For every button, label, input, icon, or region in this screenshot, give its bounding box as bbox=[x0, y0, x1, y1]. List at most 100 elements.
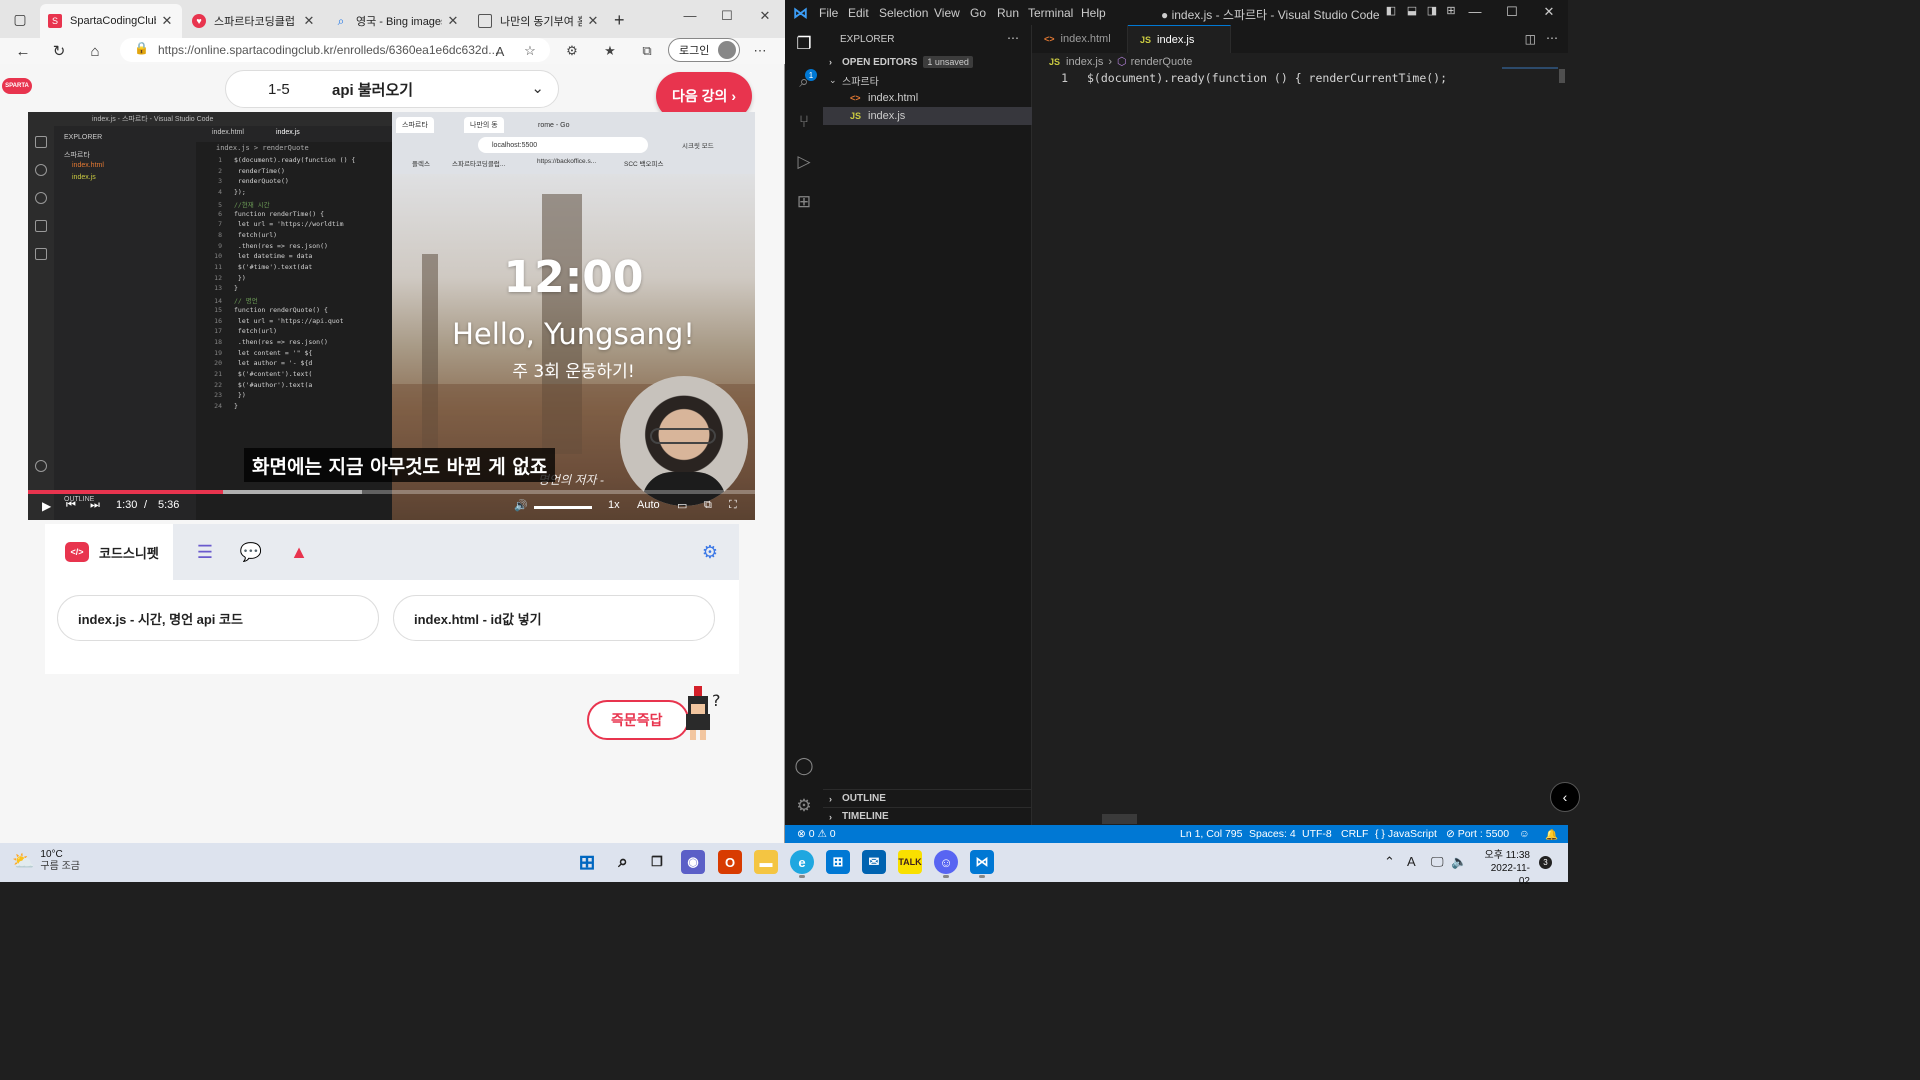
minimize-icon[interactable]: — bbox=[1465, 4, 1485, 19]
language-mode[interactable]: { } JavaScript bbox=[1375, 828, 1437, 840]
quality-setting[interactable]: Auto bbox=[637, 499, 660, 511]
close-tab-icon[interactable]: ✕ bbox=[160, 13, 174, 29]
browser-tab-spartacodingclub[interactable]: S SpartaCodingClub ✕ bbox=[40, 4, 182, 38]
microsoft-store-icon[interactable]: ⊞ bbox=[826, 850, 850, 874]
maximize-icon[interactable]: ☐ bbox=[717, 8, 737, 24]
menu-selection[interactable]: Selection bbox=[879, 6, 928, 20]
chevron-left-icon[interactable]: ‹ bbox=[1550, 782, 1580, 812]
ask-question-button[interactable]: 즉문즉답 bbox=[587, 700, 689, 740]
address-bar[interactable]: 🔒 https://online.spartacodingclub.kr/enr… bbox=[120, 38, 550, 62]
snippet-card-html[interactable]: index.html - id값 넣기 bbox=[393, 595, 715, 641]
encoding[interactable]: UTF-8 bbox=[1302, 828, 1332, 840]
problems-indicator[interactable]: ⊗ 0 ⚠ 0 bbox=[797, 828, 836, 840]
previous-icon[interactable]: ⏮ bbox=[66, 499, 76, 512]
manage-gear-icon[interactable]: ⚙ bbox=[793, 795, 815, 817]
browser-tab-motivation-home[interactable]: 나만의 동기부여 홈 ✕ bbox=[470, 4, 608, 38]
edge-browser-icon[interactable]: e bbox=[790, 850, 814, 878]
kakaotalk-icon[interactable]: TALK bbox=[898, 850, 922, 874]
menu-run[interactable]: Run bbox=[997, 6, 1019, 20]
cursor-position[interactable]: Ln 1, Col 795 bbox=[1180, 828, 1242, 840]
toggle-secondary-sidebar-icon[interactable]: ◨ bbox=[1422, 4, 1442, 17]
search-icon[interactable]: ⌕ bbox=[793, 71, 815, 93]
horizontal-scrollbar[interactable] bbox=[1102, 814, 1137, 824]
sparta-logo[interactable]: SPARTA bbox=[2, 78, 32, 94]
open-editors-section[interactable]: › OPEN EDITORS 1 unsaved bbox=[823, 53, 1032, 71]
tab-code-snippet[interactable]: </> 코드스니펫 bbox=[45, 524, 173, 580]
close-window-icon[interactable]: ✕ bbox=[755, 8, 775, 24]
tab-index-html[interactable]: <> index.html bbox=[1032, 25, 1128, 53]
toggle-panel-icon[interactable]: ⬓ bbox=[1402, 4, 1422, 17]
sparta-mascot-icon[interactable]: ? bbox=[676, 686, 724, 742]
lecture-selector[interactable]: 1-5 api 불러오기 ⌄ bbox=[225, 70, 559, 108]
discord-icon[interactable]: ☺ bbox=[934, 850, 958, 878]
close-tab-icon[interactable]: ✕ bbox=[446, 13, 460, 29]
source-control-icon[interactable]: ⑂ bbox=[793, 111, 815, 133]
warning-icon[interactable]: ▲ bbox=[287, 540, 311, 564]
file-item-index-html[interactable]: <> index.html bbox=[823, 89, 1032, 107]
taskbar-clock[interactable]: 오후 11:38 2022-11-02 bbox=[1480, 849, 1530, 888]
file-explorer-icon[interactable]: ▬ bbox=[754, 850, 778, 874]
indentation[interactable]: Spaces: 4 bbox=[1249, 828, 1296, 840]
split-editor-icon[interactable]: ◫ bbox=[1525, 32, 1536, 46]
volume-icon[interactable]: 🔊 bbox=[514, 499, 528, 512]
maximize-icon[interactable]: ☐ bbox=[1502, 4, 1522, 20]
captions-icon[interactable]: ▭ bbox=[677, 499, 687, 512]
notifications-bell-icon[interactable]: 🔔 bbox=[1545, 828, 1558, 841]
next-icon[interactable]: ⏭ bbox=[90, 499, 100, 512]
add-favorite-icon[interactable]: ☆ bbox=[520, 41, 540, 61]
playback-speed[interactable]: 1x bbox=[608, 499, 620, 511]
file-item-index-js[interactable]: JS index.js bbox=[823, 107, 1032, 125]
end-of-line[interactable]: CRLF bbox=[1341, 828, 1368, 840]
folder-section[interactable]: ⌄ 스파르타 bbox=[823, 71, 1032, 89]
notes-icon[interactable]: ☰ bbox=[193, 540, 217, 564]
toggle-sidebar-icon[interactable]: ◧ bbox=[1381, 4, 1401, 17]
browser-tab-sparta-notion[interactable]: ♥ 스파르타코딩클럽 | ✕ bbox=[184, 4, 324, 38]
vscode-taskbar-icon[interactable]: ⋈ bbox=[970, 850, 994, 878]
account-icon[interactable]: ◯ bbox=[793, 755, 815, 777]
code-line[interactable]: 1 $(document).ready(function () { renderC… bbox=[1032, 71, 1502, 89]
tab-actions-icon[interactable]: ▢ bbox=[8, 8, 32, 30]
vertical-scrollbar[interactable] bbox=[1559, 69, 1565, 83]
more-options-icon[interactable]: ⋯ bbox=[750, 41, 770, 61]
play-icon[interactable]: ▶ bbox=[42, 499, 51, 513]
menu-terminal[interactable]: Terminal bbox=[1028, 6, 1073, 20]
minimize-icon[interactable]: — bbox=[680, 8, 700, 23]
weather-widget[interactable]: ⛅ 10°C 구름 조금 bbox=[12, 849, 80, 873]
browser-tab-bing-images[interactable]: ⌕ 영국 - Bing images ✕ bbox=[326, 4, 468, 38]
snippet-card-js[interactable]: index.js - 시간, 명언 api 코드 bbox=[57, 595, 379, 641]
notification-count[interactable]: 3 bbox=[1539, 856, 1552, 869]
run-debug-icon[interactable]: ▷ bbox=[793, 151, 815, 173]
close-window-icon[interactable]: ✕ bbox=[1539, 4, 1559, 20]
search-icon[interactable]: ⌕ bbox=[611, 850, 635, 874]
new-tab-icon[interactable]: + bbox=[614, 10, 625, 31]
volume-slider[interactable] bbox=[534, 506, 592, 509]
mail-icon[interactable]: ✉ bbox=[862, 850, 886, 874]
settings-icon[interactable]: ⚙ bbox=[698, 540, 722, 564]
menu-file[interactable]: File bbox=[819, 6, 838, 20]
customize-layout-icon[interactable]: ⊞ bbox=[1441, 4, 1461, 17]
tab-index-js[interactable]: JS index.js bbox=[1128, 25, 1231, 53]
feedback-icon[interactable]: ☺ bbox=[1519, 828, 1530, 840]
menu-edit[interactable]: Edit bbox=[848, 6, 869, 20]
menu-help[interactable]: Help bbox=[1081, 6, 1106, 20]
collections-icon[interactable]: ⧉ bbox=[637, 41, 657, 61]
more-actions-icon[interactable]: ⋯ bbox=[1546, 31, 1558, 45]
more-actions-icon[interactable]: ⋯ bbox=[1007, 31, 1019, 45]
network-icon[interactable]: 🖵 bbox=[1431, 854, 1444, 870]
ime-indicator[interactable]: A bbox=[1407, 854, 1416, 869]
refresh-icon[interactable]: ↻ bbox=[48, 40, 70, 62]
timeline-section[interactable]: › TIMELINE bbox=[823, 807, 1032, 825]
close-tab-icon[interactable]: ✕ bbox=[586, 13, 600, 29]
menu-go[interactable]: Go bbox=[970, 6, 986, 20]
windows-start-icon[interactable]: ⊞ bbox=[575, 850, 599, 874]
volume-icon[interactable]: 🔈 bbox=[1451, 854, 1467, 870]
back-icon[interactable]: ← bbox=[12, 40, 34, 62]
explorer-icon[interactable]: ❐ bbox=[793, 33, 815, 55]
chat-icon[interactable]: 💬 bbox=[239, 540, 263, 564]
menu-view[interactable]: View bbox=[934, 6, 960, 20]
lecture-video-player[interactable]: index.js - 스파르타 - Visual Studio Code EXP… bbox=[28, 112, 755, 520]
favorites-icon[interactable]: ★ bbox=[600, 41, 620, 61]
task-view-icon[interactable]: ❐ bbox=[645, 850, 669, 874]
fullscreen-icon[interactable]: ⛶ bbox=[729, 499, 737, 512]
chat-icon[interactable]: ◉ bbox=[681, 850, 705, 874]
